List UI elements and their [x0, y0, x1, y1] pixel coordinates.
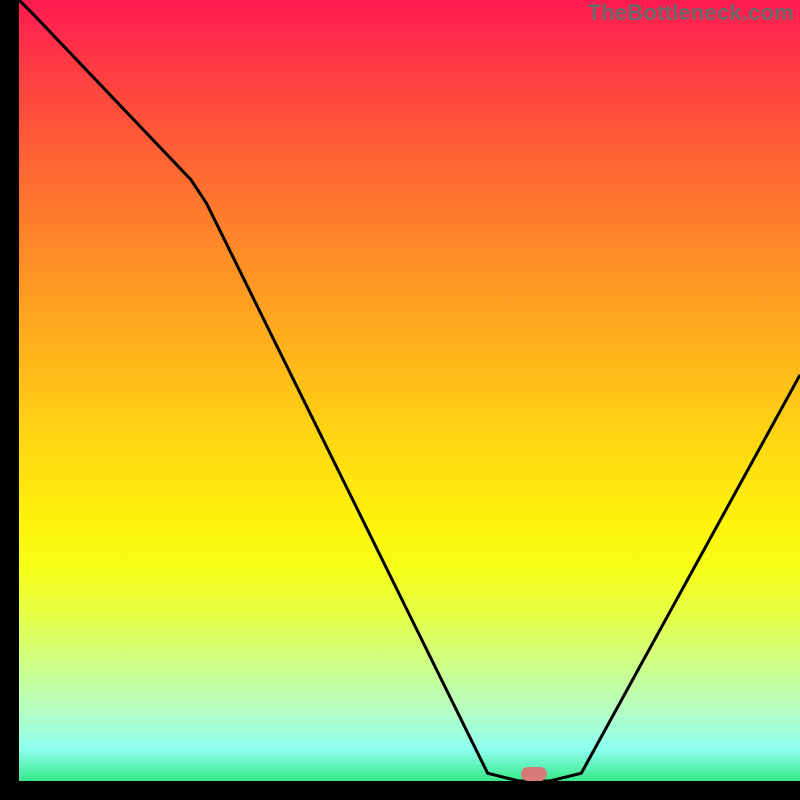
attribution-label: TheBottleneck.com	[588, 0, 794, 26]
bottleneck-curve	[19, 0, 800, 781]
optimal-marker-icon	[521, 767, 547, 781]
plot-outer: TheBottleneck.com	[19, 0, 800, 781]
plot-area: TheBottleneck.com	[19, 0, 800, 781]
curve-path	[19, 0, 800, 781]
chart-frame: TheBottleneck.com	[0, 0, 800, 800]
